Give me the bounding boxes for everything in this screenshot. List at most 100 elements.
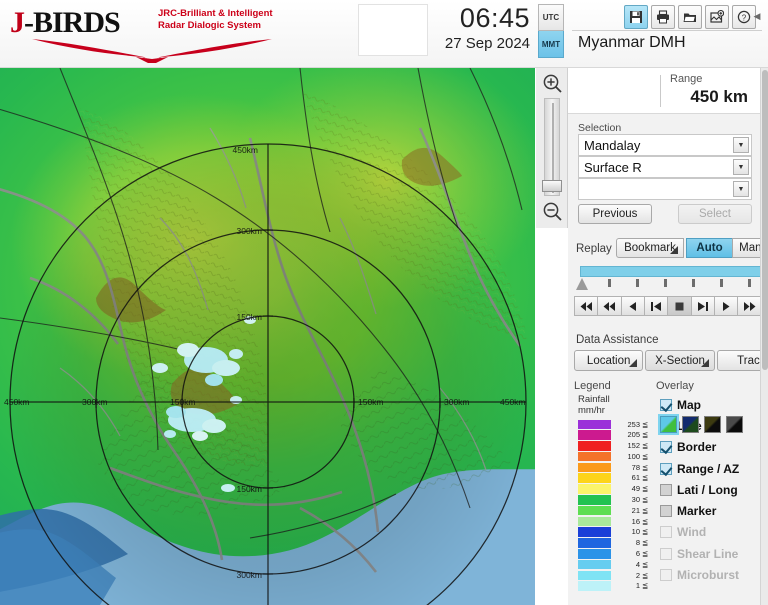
previous-button[interactable]: Previous	[578, 204, 652, 224]
legend-ge-symbol: ≦	[642, 430, 649, 440]
step-forward-button[interactable]	[690, 296, 715, 316]
location-button[interactable]: Location	[574, 350, 644, 371]
play-button[interactable]	[713, 296, 739, 316]
replay-auto-button[interactable]: Auto	[686, 238, 733, 258]
range-display: Range 450 km	[568, 68, 760, 114]
replay-timeline-slider[interactable]	[576, 266, 768, 294]
map-style-terrain[interactable]	[658, 414, 679, 435]
timeline-tick	[664, 279, 667, 287]
skip-to-start-button[interactable]	[574, 296, 599, 316]
svg-text:300km: 300km	[444, 397, 470, 407]
legend-row: 2 ≦	[578, 570, 656, 581]
chevron-down-icon[interactable]: ▼	[733, 181, 749, 197]
legend-value: 1	[635, 581, 640, 591]
legend-ge-symbol: ≦	[642, 419, 649, 429]
legend-ge-symbol: ≦	[642, 581, 649, 591]
svg-text:150km: 150km	[358, 397, 384, 407]
forward-fast-button[interactable]	[737, 296, 762, 316]
legend-scale: 253 ≦ 205 ≦ 152 ≦ 100 ≦ 78 ≦ 61 ≦ 49 ≦ 30 ≦ 21 ≦ 16 ≦ 10 ≦ 8 ≦ 6…	[578, 419, 656, 592]
bookmark-button[interactable]: Bookmark	[616, 238, 684, 258]
timezone-toggle[interactable]: UTC MMT	[538, 4, 564, 62]
legend-ge-symbol: ≦	[642, 473, 649, 483]
chevron-down-icon[interactable]: ▼	[733, 137, 749, 153]
svg-text:?: ?	[742, 13, 747, 22]
legend-color-swatch	[578, 473, 611, 483]
selection-product-value: Surface R	[584, 160, 642, 175]
selection-product-dropdown[interactable]: Surface R ▼	[578, 156, 752, 178]
legend-row: 61 ≦	[578, 473, 656, 484]
overlay-item-range-az[interactable]: Range / AZ	[660, 458, 760, 479]
svg-text:300km: 300km	[236, 570, 262, 580]
caret-down-icon	[700, 359, 709, 367]
header-toolbar: ?	[624, 5, 756, 29]
overlay-item-wind: Wind	[660, 522, 760, 543]
timezone-utc-button[interactable]: UTC	[538, 4, 564, 31]
save-icon[interactable]	[624, 5, 648, 29]
legend-ge-symbol: ≦	[642, 441, 649, 451]
selection-site-value: Mandalay	[584, 138, 641, 153]
legend-color-swatch	[578, 549, 611, 559]
legend-color-swatch	[578, 527, 611, 537]
legend-value: 10	[631, 527, 640, 537]
open-folder-icon[interactable]	[678, 5, 702, 29]
timeline-tick	[720, 279, 723, 287]
rewind-fast-button[interactable]	[597, 296, 622, 316]
legend-color-swatch	[578, 505, 611, 516]
bird-icon	[32, 39, 272, 63]
overlay-checkbox[interactable]	[660, 462, 672, 475]
legend-row: 253 ≦	[578, 419, 656, 430]
zoom-out-icon[interactable]	[540, 199, 564, 223]
legend-ge-symbol: ≦	[642, 462, 649, 472]
legend-ge-symbol: ≦	[642, 549, 649, 559]
replay-label: Replay	[576, 243, 612, 255]
legend-color-swatch	[578, 495, 611, 505]
jbirds-radar-application: J-BIRDS JRC-Brilliant & Intelligent Rada…	[0, 0, 768, 605]
legend-ge-symbol: ≦	[642, 495, 649, 505]
overlay-checkbox	[660, 569, 672, 582]
zoom-slider-thumb[interactable]	[542, 180, 562, 192]
legend-value: 205	[627, 430, 640, 440]
overlay-item-map[interactable]: Map	[660, 394, 760, 415]
overlay-item-marker[interactable]: Marker	[660, 500, 760, 521]
toolbar-collapse-arrow-icon[interactable]: ◀	[752, 9, 762, 23]
overlay-checkbox[interactable]	[660, 441, 672, 454]
overlay-item-lati-long[interactable]: Lati / Long	[660, 479, 760, 500]
legend-value: 253	[627, 419, 640, 429]
overlay-item-border[interactable]: Border	[660, 437, 760, 458]
location-button-label: Location	[586, 354, 631, 367]
stop-button[interactable]	[667, 296, 692, 316]
overlay-item-label: Microburst	[677, 568, 740, 583]
legend-row: 100 ≦	[578, 451, 656, 462]
rewind-button[interactable]	[620, 296, 645, 316]
station-name-label: Myanmar DMH	[578, 34, 686, 51]
add-image-icon[interactable]	[705, 5, 729, 29]
overlay-checkbox	[660, 547, 672, 560]
legend-ge-symbol: ≦	[642, 451, 649, 461]
overlay-checkbox[interactable]	[660, 398, 672, 411]
data-assistance-label: Data Assistance	[576, 334, 659, 346]
panel-scrollbar-thumb[interactable]	[762, 70, 768, 370]
radar-map-view[interactable]: 150km 300km 450km 150km 300km 450km 450k…	[0, 68, 535, 605]
overlay-checkbox[interactable]	[660, 505, 672, 518]
select-button[interactable]: Select	[678, 204, 752, 224]
legend-value: 21	[631, 505, 640, 515]
chevron-down-icon[interactable]: ▼	[733, 159, 749, 175]
timezone-mmt-button[interactable]: MMT	[538, 31, 564, 58]
timeline-start-marker[interactable]	[576, 278, 588, 290]
step-back-button[interactable]	[643, 296, 669, 316]
x-section-button[interactable]: X-Section	[645, 350, 715, 371]
zoom-in-icon[interactable]	[540, 71, 564, 95]
map-style-olive[interactable]	[704, 416, 721, 433]
station-divider	[572, 30, 762, 31]
overlay-title: Overlay	[656, 380, 694, 392]
map-style-night[interactable]	[682, 416, 699, 433]
legend-row: 1 ≦	[578, 581, 656, 592]
svg-text:450km: 450km	[232, 145, 258, 155]
overlay-checkbox[interactable]	[660, 483, 672, 496]
overlay-item-shear-line: Shear Line	[660, 543, 760, 564]
print-icon[interactable]	[651, 5, 675, 29]
selection-extra-dropdown[interactable]: ▼	[578, 178, 752, 200]
panel-scrollbar[interactable]	[760, 68, 768, 605]
selection-site-dropdown[interactable]: Mandalay ▼	[578, 134, 752, 156]
map-style-mono[interactable]	[726, 416, 743, 433]
